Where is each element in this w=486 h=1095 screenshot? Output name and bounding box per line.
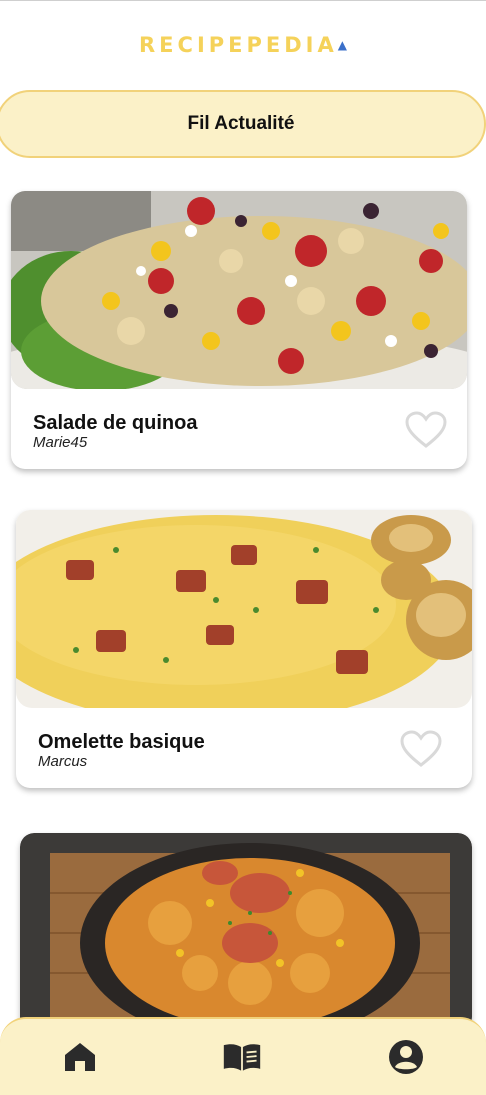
account-icon [389,1040,423,1074]
status-divider [0,0,486,1]
home-icon [65,1043,95,1071]
tab-fil-actualite[interactable]: Fil Actualité [0,90,486,158]
recipe-card[interactable]: Salade de quinoa Marie45 [11,191,467,469]
recipe-card[interactable]: Omelette basique Marcus [16,510,472,788]
nav-recipes[interactable] [222,1037,262,1077]
bottom-navigation [0,1017,486,1095]
pasta-photo [20,833,472,1033]
tab-label: Fil Actualité [187,113,295,134]
logo-text: RECIPEPEDIA [139,33,338,57]
nav-profile[interactable] [386,1037,426,1077]
chef-hat-icon: ▲ [337,38,347,52]
heart-icon[interactable] [405,411,447,449]
heart-icon[interactable] [400,730,442,768]
recipe-title: Omelette basique [38,731,205,753]
omelette-photo [16,510,472,708]
recipe-card[interactable] [20,833,472,1033]
book-icon [223,1044,261,1071]
recipe-title: Salade de quinoa [33,412,198,434]
quinoa-salad-photo [11,191,467,389]
recipe-author: Marie45 [33,434,88,451]
nav-home[interactable] [60,1037,100,1077]
app-logo: RECIPEPEDIA▲ [0,33,486,57]
recipe-author: Marcus [38,753,88,770]
